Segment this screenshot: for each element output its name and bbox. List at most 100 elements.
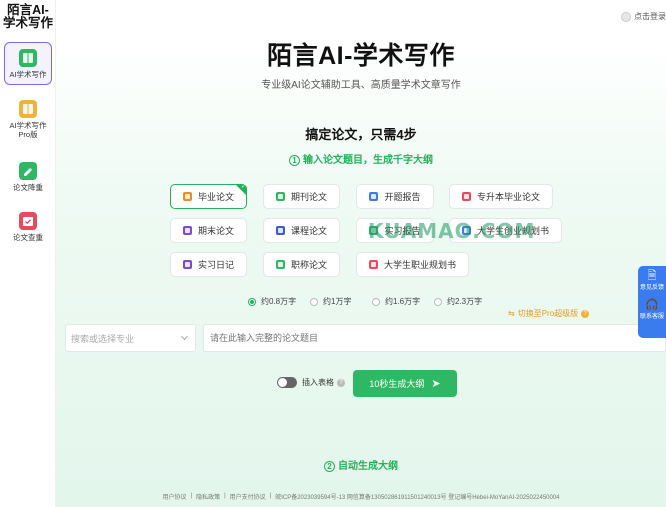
paper-type-chip[interactable]: 实习报告: [356, 218, 434, 243]
radio-label: 约1.6万字: [385, 297, 421, 306]
footer: 用户协议 | 隐私政策 | 用户支付协议 | 皖ICP备2023039594号-…: [56, 485, 666, 507]
paper-type-icon: [182, 192, 192, 201]
login-link[interactable]: 点击登录: [621, 11, 666, 22]
paper-type-chip[interactable]: 大学生职业规划书: [356, 252, 469, 277]
chip-label: 毕业论文: [197, 192, 234, 202]
edit-icon: [19, 162, 37, 180]
switch-pro-link[interactable]: ⇆ 切换至Pro超级版 ?: [508, 308, 590, 319]
radio-label: 约0.8万字: [261, 297, 297, 306]
paper-type-icon: [275, 260, 285, 269]
step-number-2: 2: [324, 461, 335, 472]
major-select[interactable]: 搜索或选择专业: [65, 324, 196, 352]
paper-type-icon: [461, 192, 471, 201]
headset-icon: 🎧: [645, 299, 659, 311]
book-pro-icon: [19, 100, 37, 118]
sidebar-item-label: AI学术写作: [9, 70, 47, 79]
step-number-1: 1: [289, 155, 300, 166]
word-count-radio[interactable]: 约2.3万字: [434, 296, 496, 307]
chip-label: 专升本毕业论文: [476, 192, 540, 202]
step-2-label: 2 自动生成大纲: [56, 457, 666, 472]
chip-label: 期末论文: [197, 226, 234, 236]
pro-link-label: 切换至Pro超级版: [517, 309, 579, 318]
paper-type-chip[interactable]: 期刊论文: [263, 184, 340, 209]
sidebar-item-plagiarism-check[interactable]: 论文查重: [4, 212, 52, 242]
insert-table-toggle[interactable]: [277, 377, 297, 388]
sidebar-item-label: AI学术写作Pro版: [9, 121, 47, 139]
float-label: 联系客服: [639, 314, 664, 320]
paper-type-icon: [369, 192, 379, 201]
footer-divider: |: [190, 493, 193, 499]
paper-type-icon: [461, 226, 471, 235]
paper-type-chip[interactable]: 课程论文: [263, 218, 340, 243]
main-content: 点击登录 陌言AI-学术写作 专业级AI论文辅助工具、高质量学术文章写作 搞定论…: [56, 0, 666, 507]
footer-privacy-link[interactable]: 隐私政策: [196, 492, 220, 501]
radio-dot: [248, 297, 256, 306]
document-icon: 🗎: [647, 270, 657, 282]
page-title: 陌言AI-学术写作: [267, 42, 455, 70]
paper-type-icon: [369, 226, 379, 235]
paper-type-chip[interactable]: 毕业论文: [170, 183, 247, 209]
selected-check-icon: [235, 183, 247, 196]
brand-logo-text: 陌言AI-学术写作: [3, 3, 54, 30]
generate-outline-button[interactable]: 10秒生成大纲 ➤: [353, 370, 457, 397]
sidebar-item-rewrite[interactable]: 论文降重: [4, 162, 52, 192]
step-1-label: 1 输入论文题目，生成千字大纲: [56, 151, 666, 166]
paper-type-chip[interactable]: 专升本毕业论文: [449, 184, 553, 209]
help-icon[interactable]: ?: [581, 309, 590, 318]
paper-type-icon: [275, 192, 285, 201]
footer-user-agreement-link[interactable]: 用户协议: [162, 492, 186, 501]
radio-dot: [310, 297, 318, 306]
paper-type-chip[interactable]: 实习日记: [170, 252, 247, 277]
float-panel: 🗎 意见反馈 🎧 联系客服: [638, 266, 666, 338]
paper-type-icon: [182, 226, 192, 235]
chip-label: 期刊论文: [290, 192, 327, 202]
float-label: 意见反馈: [639, 285, 664, 291]
send-icon: ➤: [431, 378, 441, 390]
section-heading: 搞定论文，只需4步: [305, 127, 417, 142]
radio-dot: [372, 297, 380, 306]
footer-divider: |: [224, 493, 226, 499]
avatar-icon: [621, 11, 631, 22]
paper-type-chip[interactable]: 职称论文: [263, 252, 340, 277]
paper-type-icon: [368, 260, 378, 269]
insert-table-toggle-group: 插入表格 ?: [277, 377, 345, 388]
step-1-text: 输入论文题目，生成千字大纲: [303, 155, 433, 166]
chip-label: 实习日记: [197, 260, 234, 270]
radio-dot: [434, 297, 442, 306]
book-icon: [19, 49, 37, 67]
footer-icp-text: 皖ICP备2023039594号-13 网信算备1305028619115012…: [275, 494, 560, 501]
chip-label: 大学生职业规划书: [383, 260, 456, 270]
login-label: 点击登录: [634, 12, 666, 21]
footer-divider: |: [269, 493, 272, 499]
calendar-check-icon: [19, 212, 37, 230]
sidebar-item-ai-writing-pro[interactable]: AI学术写作Pro版: [4, 100, 52, 139]
customer-service-button[interactable]: 🎧 联系客服: [638, 291, 666, 320]
chip-label: 课程论文: [290, 226, 327, 236]
feedback-button[interactable]: 🗎 意见反馈: [638, 266, 666, 291]
paper-type-chip[interactable]: 开题报告: [356, 184, 434, 209]
sidebar-item-ai-writing[interactable]: AI学术写作: [4, 42, 52, 85]
paper-type-icon: [275, 226, 285, 235]
chevron-down-icon: [180, 332, 189, 341]
toggle-label: 插入表格: [302, 378, 334, 387]
chip-label: 大学生创业规划书: [476, 226, 549, 236]
step-2-text: 自动生成大纲: [338, 461, 398, 472]
paper-type-chip[interactable]: 大学生创业规划书: [449, 218, 562, 243]
generate-button-label: 10秒生成大纲: [369, 379, 425, 389]
radio-label: 约2.3万字: [447, 297, 483, 306]
sidebar-item-label: 论文查重: [13, 233, 43, 242]
help-icon[interactable]: ?: [337, 378, 345, 387]
footer-payment-agreement-link[interactable]: 用户支付协议: [230, 492, 266, 501]
topic-input[interactable]: [203, 324, 666, 352]
major-select-placeholder: 搜索或选择专业: [71, 333, 135, 344]
page-subtitle: 专业级AI论文辅助工具、高质量学术文章写作: [261, 80, 461, 91]
sidebar: 陌言AI-学术写作 AI学术写作 AI学术写作Pro版 论文降重 论文查重: [0, 0, 56, 507]
word-count-radio[interactable]: 约1.6万字: [372, 296, 434, 307]
paper-type-chip[interactable]: 期末论文: [170, 218, 247, 243]
chip-label: 开题报告: [384, 192, 421, 202]
sidebar-item-label: 论文降重: [13, 183, 43, 192]
word-count-radio[interactable]: 约0.8万字: [248, 296, 310, 307]
word-count-options: 约0.8万字 约1万字 约1.6万字 约2.3万字: [248, 296, 496, 307]
chip-label: 实习报告: [384, 226, 421, 236]
word-count-radio[interactable]: 约1万字: [310, 296, 372, 307]
